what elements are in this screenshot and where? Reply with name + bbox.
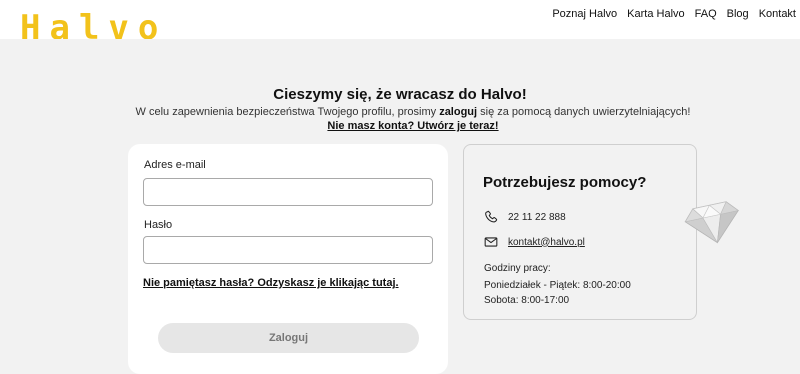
phone-number: 22 11 22 888 xyxy=(508,211,566,223)
halvo-logo[interactable]: Halvo xyxy=(20,11,167,39)
login-button[interactable]: Zaloguj xyxy=(158,323,419,353)
page-title: Cieszymy się, że wracasz do Halvo! xyxy=(273,86,527,103)
subtitle-part-1: W celu zapewnienia bezpieczeństwa Twojeg… xyxy=(135,106,440,118)
mail-icon xyxy=(484,235,498,249)
password-label: Hasło xyxy=(144,219,173,231)
nav-item-kontakt[interactable]: Kontakt xyxy=(759,8,796,20)
email-field[interactable] xyxy=(143,178,433,206)
email-row: kontakt@halvo.pl xyxy=(484,235,585,249)
forgot-password-link[interactable]: Nie pamiętasz hasła? Odzyskasz je klikaj… xyxy=(143,277,399,289)
help-card: Potrzebujesz pomocy? 22 11 22 888 kontak… xyxy=(463,144,697,320)
hours-saturday: Sobota: 8:00-17:00 xyxy=(484,295,570,306)
email-label: Adres e-mail xyxy=(144,159,206,171)
login-card: Adres e-mail Hasło Nie pamiętasz hasła? … xyxy=(128,144,448,374)
nav-item-faq[interactable]: FAQ xyxy=(695,8,717,20)
subtitle-bold: zaloguj xyxy=(439,106,478,118)
signup-link[interactable]: Nie masz konta? Utwórz je teraz! xyxy=(0,120,800,132)
main-nav: Poznaj Halvo Karta Halvo FAQ Blog Kontak… xyxy=(552,8,796,20)
hours-label: Godziny pracy: xyxy=(484,263,551,274)
site-header: Halvo Poznaj Halvo Karta Halvo FAQ Blog … xyxy=(0,0,800,39)
page-subtitle: W celu zapewnienia bezpieczeństwa Twojeg… xyxy=(0,106,800,118)
hours-weekdays: Poniedziałek - Piątek: 8:00-20:00 xyxy=(484,280,631,291)
phone-icon xyxy=(484,210,498,224)
phone-row: 22 11 22 888 xyxy=(484,210,566,224)
contact-email-link[interactable]: kontakt@halvo.pl xyxy=(508,237,585,248)
subtitle-part-2: się za pomocą danych uwierzytelniających… xyxy=(477,106,691,118)
help-title: Potrzebujesz pomocy? xyxy=(483,174,647,191)
diamond-icon xyxy=(684,201,739,244)
password-field[interactable] xyxy=(143,236,433,264)
nav-item-blog[interactable]: Blog xyxy=(727,8,749,20)
nav-item-karta-halvo[interactable]: Karta Halvo xyxy=(627,8,684,20)
nav-item-poznaj-halvo[interactable]: Poznaj Halvo xyxy=(552,8,617,20)
